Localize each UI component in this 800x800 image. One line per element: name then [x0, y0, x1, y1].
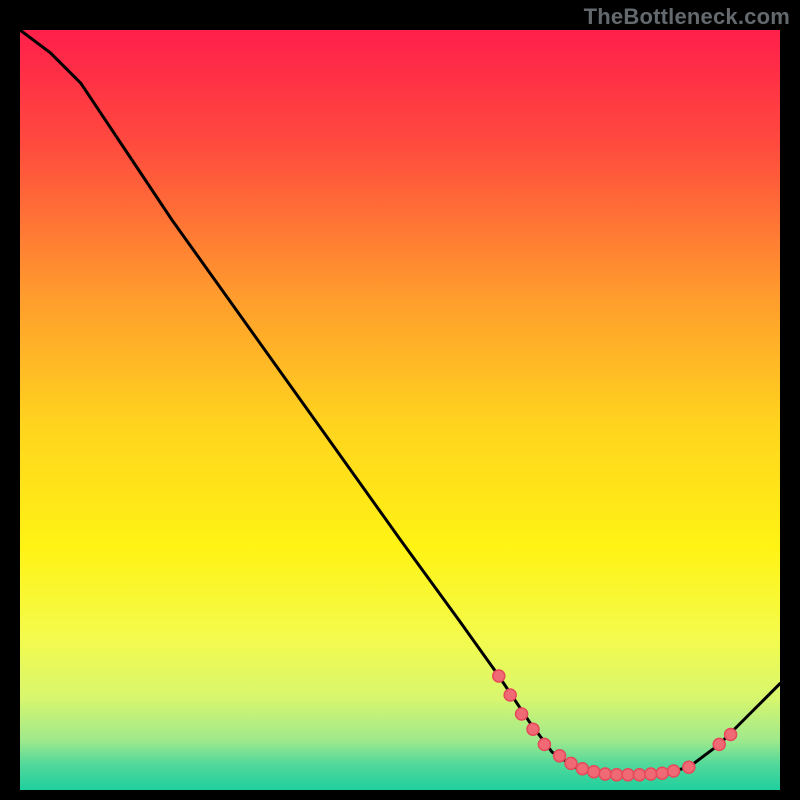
- data-point-marker: [599, 768, 611, 780]
- data-point-marker: [622, 769, 634, 781]
- data-point-marker: [683, 761, 695, 773]
- data-point-marker: [645, 768, 657, 780]
- chart-plot-area: [20, 30, 780, 790]
- data-point-marker: [725, 729, 737, 741]
- attribution-text: TheBottleneck.com: [584, 4, 790, 30]
- data-point-marker: [493, 670, 505, 682]
- chart-background: [20, 30, 780, 790]
- data-point-marker: [516, 708, 528, 720]
- data-point-marker: [554, 750, 566, 762]
- data-point-marker: [576, 763, 588, 775]
- data-point-marker: [565, 757, 577, 769]
- data-point-marker: [504, 689, 516, 701]
- chart-container: TheBottleneck.com: [0, 0, 800, 800]
- data-point-marker: [538, 738, 550, 750]
- data-point-marker: [668, 765, 680, 777]
- chart-svg: [20, 30, 780, 790]
- data-point-marker: [633, 769, 645, 781]
- data-point-marker: [588, 766, 600, 778]
- data-point-marker: [611, 769, 623, 781]
- data-point-marker: [527, 723, 539, 735]
- data-point-marker: [713, 738, 725, 750]
- data-point-marker: [656, 767, 668, 779]
